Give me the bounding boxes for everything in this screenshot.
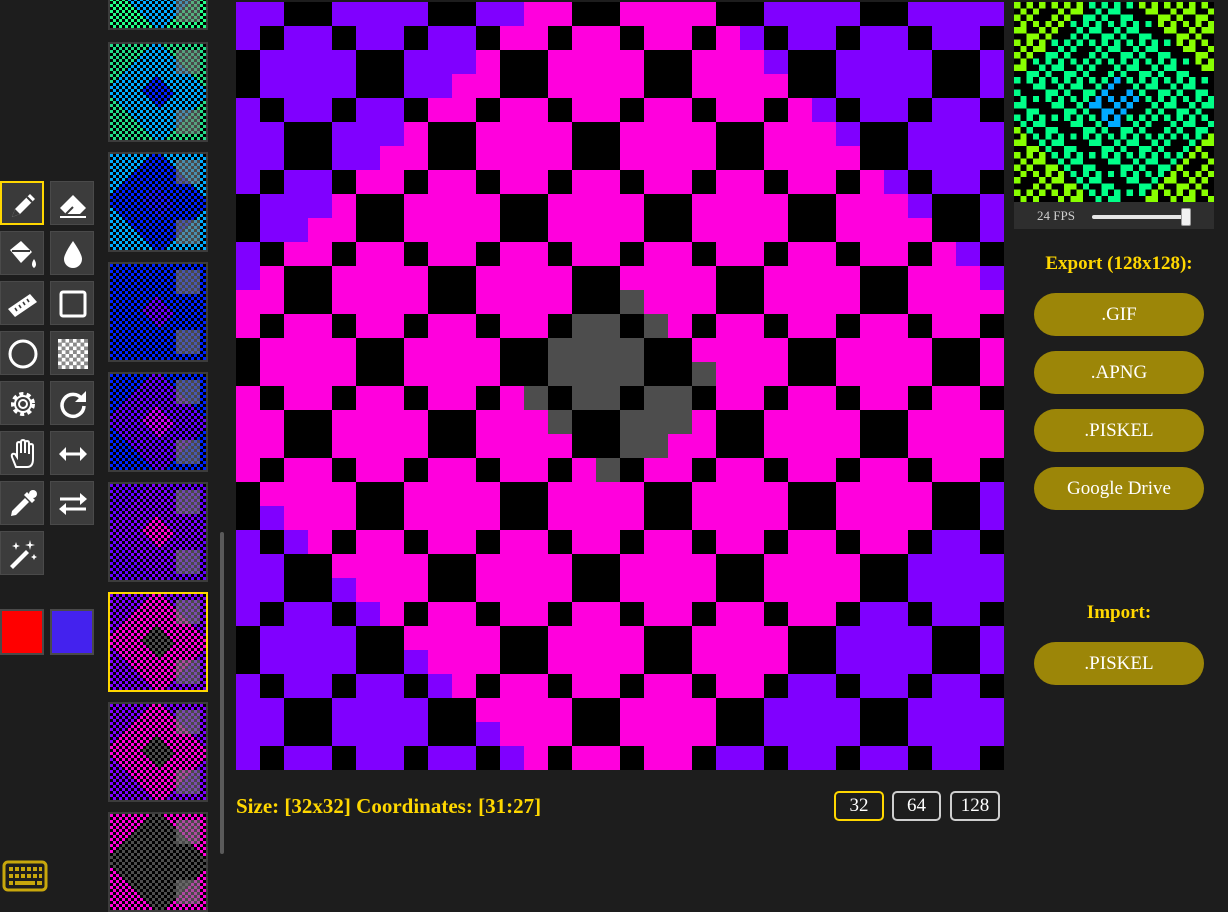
fps-slider-thumb[interactable] <box>1181 208 1191 226</box>
size-128-button[interactable]: 128 <box>950 791 1000 821</box>
frames-scrollbar[interactable] <box>220 532 224 854</box>
magic-wand-icon <box>10 540 37 569</box>
drawing-canvas[interactable] <box>236 2 1004 770</box>
frame-thumbnail[interactable] <box>108 0 208 30</box>
keyboard-icon <box>2 860 48 892</box>
export-gif-button[interactable]: .GIF <box>1034 293 1204 336</box>
swap-tool[interactable] <box>50 481 94 525</box>
frame-thumbnail[interactable] <box>108 42 208 142</box>
redo-icon <box>60 391 86 419</box>
line-tool[interactable] <box>0 281 44 325</box>
frame-thumbnail[interactable] <box>108 592 208 692</box>
status-bar: Size: [32x32] Coordinates: [31:27] <box>236 794 541 819</box>
pan-tool[interactable] <box>0 431 44 475</box>
checkerboard-icon <box>58 339 88 369</box>
gear-icon <box>11 392 35 416</box>
redo-tool[interactable] <box>50 381 94 425</box>
eraser-tool[interactable] <box>50 181 94 225</box>
size-32-button[interactable]: 32 <box>834 791 884 821</box>
frame-thumbnail[interactable] <box>108 262 208 362</box>
pencil-tool[interactable] <box>0 181 44 225</box>
flip-tool[interactable] <box>50 431 94 475</box>
circle-tool[interactable] <box>0 331 44 375</box>
export-apng-button[interactable]: .APNG <box>1034 351 1204 394</box>
horizontal-arrows-icon <box>59 447 87 461</box>
dither-tool[interactable] <box>50 331 94 375</box>
pencil-icon <box>12 194 35 217</box>
frame-thumbnail[interactable] <box>108 812 208 912</box>
export-piskel-button[interactable]: .PISKEL <box>1034 409 1204 452</box>
swap-arrows-icon <box>59 493 87 515</box>
hand-icon <box>10 438 34 468</box>
square-icon <box>59 290 87 318</box>
frame-preview <box>110 154 206 250</box>
rectangle-tool[interactable] <box>50 281 94 325</box>
frame-preview <box>110 814 206 910</box>
frame-preview <box>110 484 206 580</box>
frame-preview <box>110 374 206 470</box>
frame-preview <box>110 704 206 800</box>
frame-thumbnail[interactable] <box>108 152 208 252</box>
size-64-button[interactable]: 64 <box>892 791 941 821</box>
import-title: Import: <box>1086 602 1152 623</box>
frames-list <box>105 0 220 912</box>
size-label: Size: <box>236 794 280 818</box>
coordinates-value: [31:27] <box>478 794 542 818</box>
primary-color-swatch[interactable] <box>0 609 44 655</box>
settings-tool[interactable] <box>0 381 44 425</box>
size-value: [32x32] <box>284 794 351 818</box>
paint-bucket-tool[interactable] <box>0 231 44 275</box>
fps-slider-track[interactable] <box>1092 215 1188 219</box>
keyboard-shortcuts-button[interactable] <box>2 858 48 894</box>
import-piskel-button[interactable]: .PISKEL <box>1034 642 1204 685</box>
ruler-icon <box>8 294 37 317</box>
droplet-icon <box>64 241 82 268</box>
paint-bucket-icon <box>10 241 36 268</box>
frame-preview <box>110 0 206 28</box>
frame-thumbnail[interactable] <box>108 702 208 802</box>
frame-preview <box>110 264 206 360</box>
magic-wand-tool[interactable] <box>0 531 44 575</box>
eraser-icon <box>60 195 86 218</box>
animation-preview: 24 FPS <box>1014 2 1214 229</box>
export-google-drive-button[interactable]: Google Drive <box>1034 467 1204 510</box>
frame-thumbnail[interactable] <box>108 372 208 472</box>
eyedropper-icon <box>11 490 37 516</box>
preview-canvas <box>1014 2 1214 202</box>
coordinates-label: Coordinates: <box>356 794 473 818</box>
circle-icon <box>8 339 38 369</box>
frame-preview <box>110 44 206 140</box>
color-fill-tool[interactable] <box>50 231 94 275</box>
frame-preview <box>110 594 206 690</box>
export-title: Export (128x128): <box>1045 253 1193 274</box>
fps-label: 24 FPS <box>1037 208 1075 223</box>
eyedropper-tool[interactable] <box>0 481 44 525</box>
frame-thumbnail[interactable] <box>108 482 208 582</box>
secondary-color-swatch[interactable] <box>50 609 94 655</box>
